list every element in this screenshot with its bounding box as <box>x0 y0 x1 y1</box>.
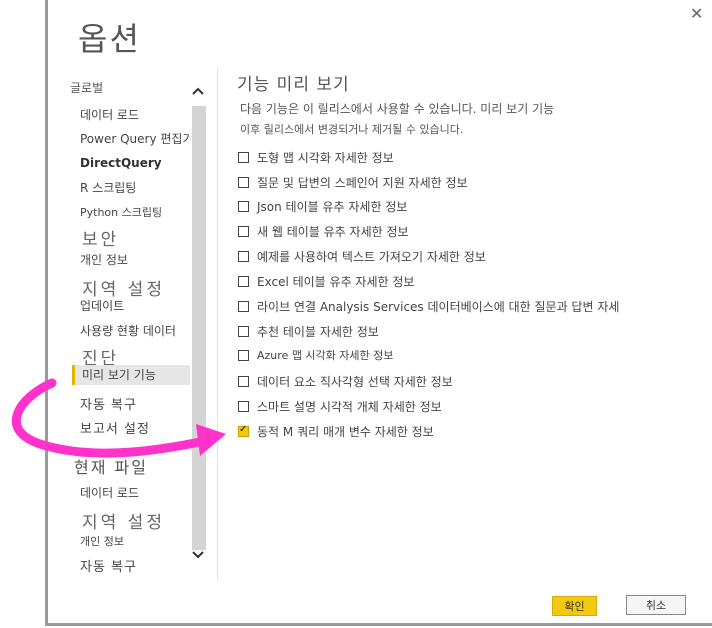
annotation-arrow-icon <box>11 378 226 458</box>
